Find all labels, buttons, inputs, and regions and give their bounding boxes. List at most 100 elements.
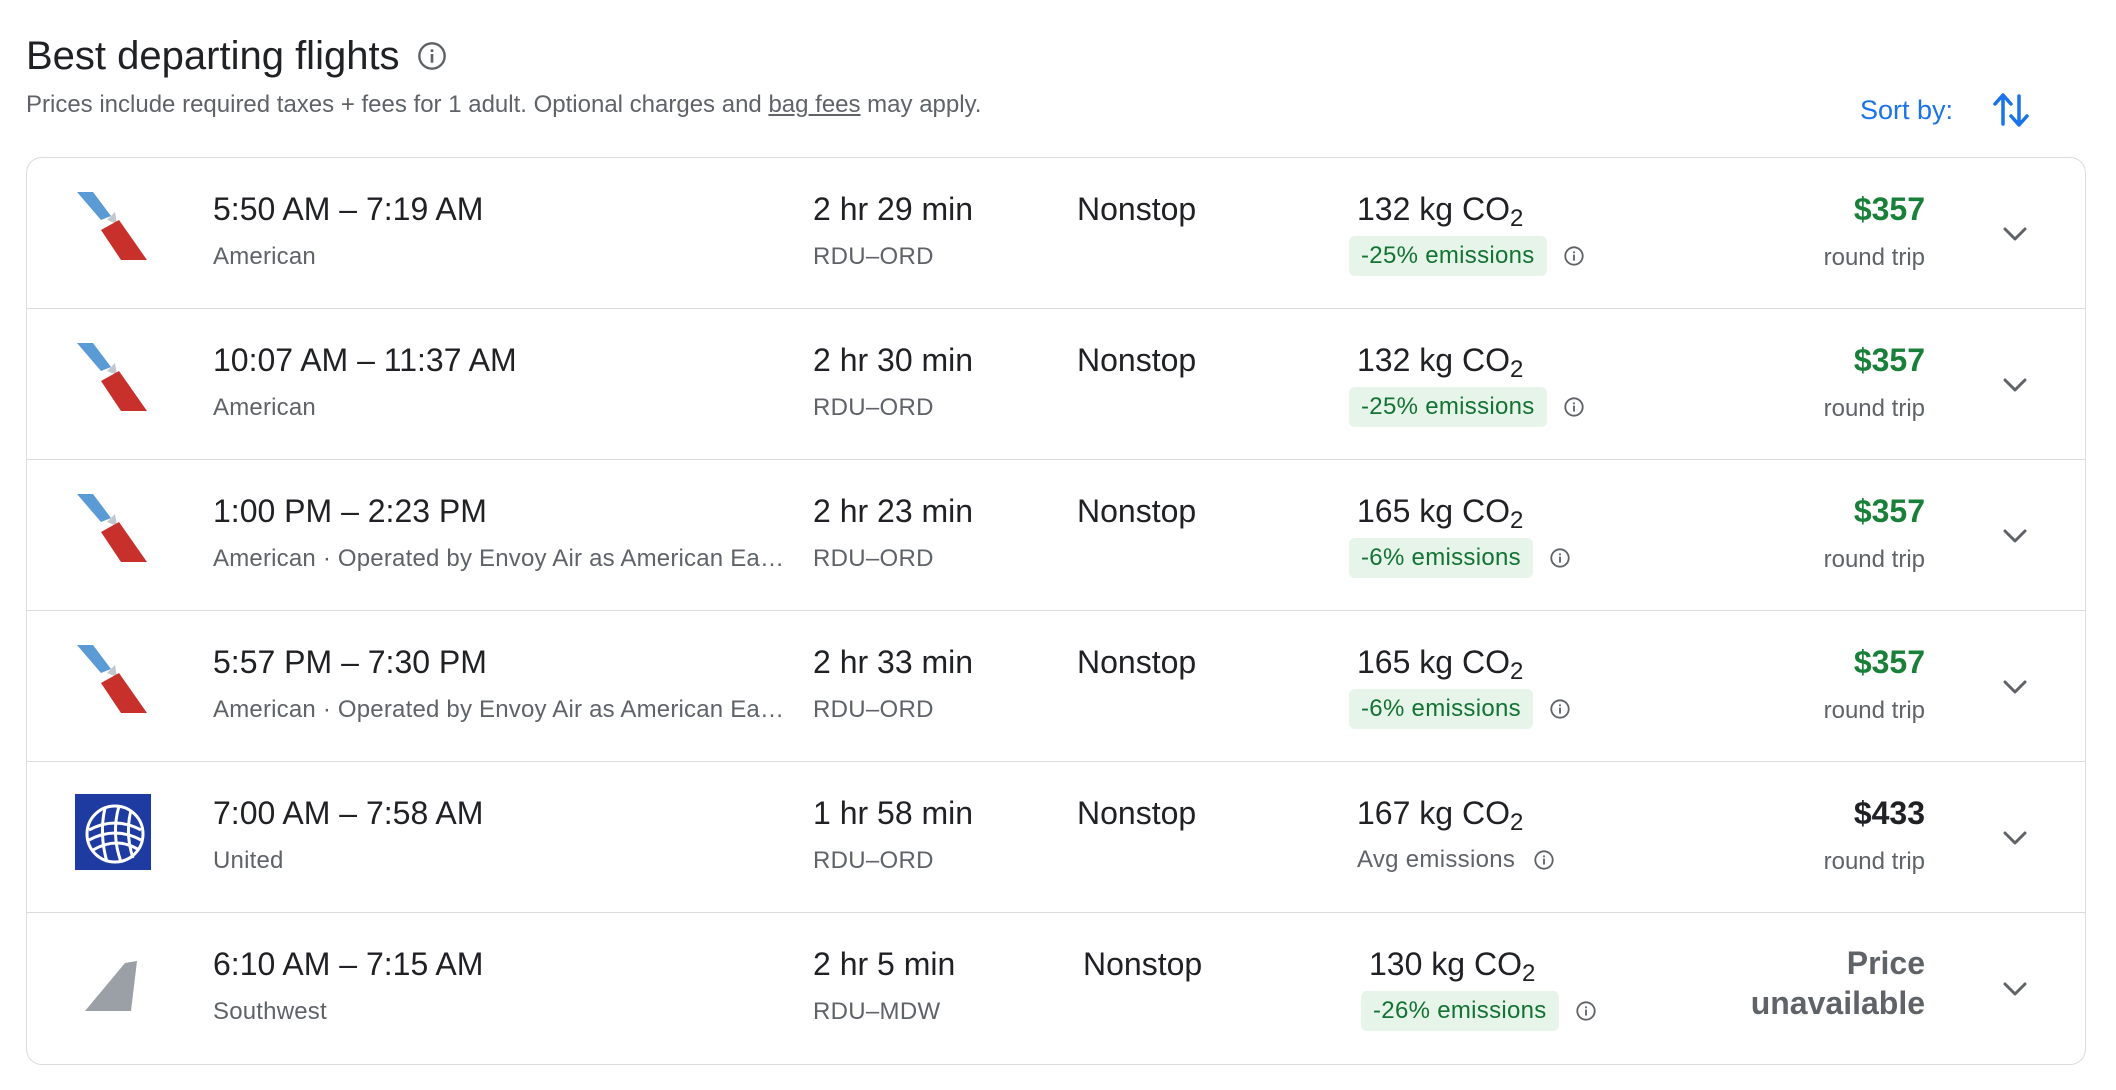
- emissions-badge: -25% emissions: [1349, 236, 1547, 276]
- airplane-tail-icon: [85, 961, 137, 1011]
- flight-row[interactable]: 5:50 AM – 7:19 AM American 2 hr 29 min R…: [27, 158, 2085, 309]
- flight-row[interactable]: 5:57 PM – 7:30 PM American · Operated by…: [27, 611, 2085, 762]
- flight-list: 5:50 AM – 7:19 AM American 2 hr 29 min R…: [26, 157, 2086, 1065]
- chevron-down-icon[interactable]: [1995, 214, 2035, 254]
- chevron-down-icon[interactable]: [1995, 969, 2035, 1009]
- flight-duration: 2 hr 5 min: [813, 946, 956, 982]
- emissions-badge: -26% emissions: [1361, 991, 1559, 1031]
- co2-subscript: 2: [1509, 809, 1524, 836]
- american-airlines-logo: [77, 192, 147, 260]
- flight-row[interactable]: 10:07 AM – 11:37 AM American 2 hr 30 min…: [27, 309, 2085, 460]
- info-icon[interactable]: [1563, 245, 1585, 267]
- co2-amount: 165 kg CO2: [1357, 490, 1524, 534]
- price-unavailable: Price unavailable: [1751, 943, 1925, 1023]
- co2-value: 132 kg CO: [1357, 342, 1510, 378]
- sort-button[interactable]: Sort by:: [1860, 88, 2031, 132]
- flight-route: RDU–ORD: [813, 243, 934, 270]
- airline-name: American: [213, 243, 316, 270]
- flight-route: RDU–ORD: [813, 696, 934, 723]
- american-airlines-logo: [77, 645, 147, 713]
- airline-name: American · Operated by Envoy Air as Amer…: [213, 545, 785, 572]
- emissions-badge: -6% emissions: [1349, 538, 1533, 578]
- flight-duration: 2 hr 33 min: [813, 644, 974, 680]
- flight-times: 5:50 AM – 7:19 AM: [213, 191, 484, 227]
- section-header: Best departing flights: [26, 28, 448, 84]
- american-airlines-logo: [77, 494, 147, 562]
- flight-duration: 2 hr 30 min: [813, 342, 974, 378]
- info-icon[interactable]: [1533, 849, 1555, 871]
- airline-name: American: [213, 394, 316, 421]
- co2-subscript: 2: [1509, 356, 1524, 383]
- airline-name: American · Operated by Envoy Air as Amer…: [213, 696, 785, 723]
- flight-stops: Nonstop: [1077, 795, 1197, 831]
- price-type: round trip: [1823, 546, 1925, 573]
- co2-amount: 167 kg CO2: [1357, 792, 1524, 836]
- emissions-info: -6% emissions: [1349, 538, 1571, 578]
- price-unavailable-line2: unavailable: [1750, 985, 1925, 1021]
- emissions-info: -26% emissions: [1361, 991, 1597, 1031]
- co2-value: 167 kg CO: [1357, 795, 1510, 831]
- emissions-badge: -25% emissions: [1349, 387, 1547, 427]
- co2-value: 132 kg CO: [1357, 191, 1510, 227]
- emissions-badge: -6% emissions: [1349, 689, 1533, 729]
- flight-stops: Nonstop: [1077, 493, 1197, 529]
- flight-price: $357: [1853, 342, 1925, 378]
- flight-duration: 2 hr 23 min: [813, 493, 974, 529]
- disclaimer-text: Prices include required taxes + fees for…: [26, 91, 769, 118]
- co2-value: 130 kg CO: [1369, 946, 1522, 982]
- flight-stops: Nonstop: [1083, 946, 1203, 982]
- united-airlines-logo: [75, 794, 151, 870]
- price-type: round trip: [1823, 848, 1925, 875]
- flight-price: $357: [1853, 644, 1925, 680]
- co2-amount: 165 kg CO2: [1357, 641, 1524, 685]
- flight-times: 10:07 AM – 11:37 AM: [213, 342, 517, 378]
- flight-row[interactable]: 1:00 PM – 2:23 PM American · Operated by…: [27, 460, 2085, 611]
- co2-subscript: 2: [1509, 205, 1524, 232]
- info-icon[interactable]: [1563, 396, 1585, 418]
- flight-stops: Nonstop: [1077, 191, 1197, 227]
- flight-times: 1:00 PM – 2:23 PM: [213, 493, 487, 529]
- flight-price: $433: [1853, 795, 1925, 831]
- info-icon[interactable]: [1549, 547, 1571, 569]
- co2-value: 165 kg CO: [1357, 493, 1510, 529]
- info-icon[interactable]: [1575, 1000, 1597, 1022]
- flight-times: 5:57 PM – 7:30 PM: [213, 644, 487, 680]
- section-title: Best departing flights: [26, 34, 400, 78]
- co2-subscript: 2: [1509, 507, 1524, 534]
- chevron-down-icon[interactable]: [1995, 516, 2035, 556]
- chevron-down-icon[interactable]: [1995, 667, 2035, 707]
- co2-amount: 130 kg CO2: [1369, 943, 1536, 987]
- flight-times: 7:00 AM – 7:58 AM: [213, 795, 484, 831]
- price-type: round trip: [1823, 244, 1925, 271]
- flight-row[interactable]: 7:00 AM – 7:58 AM United 1 hr 58 min RDU…: [27, 762, 2085, 913]
- emissions-info: -25% emissions: [1349, 236, 1585, 276]
- price-disclaimer: Prices include required taxes + fees for…: [26, 88, 981, 122]
- flight-times: 6:10 AM – 7:15 AM: [213, 946, 484, 982]
- co2-amount: 132 kg CO2: [1357, 188, 1524, 232]
- info-icon[interactable]: [1549, 698, 1571, 720]
- sort-label: Sort by:: [1860, 94, 1954, 125]
- emissions-info: -25% emissions: [1349, 387, 1585, 427]
- co2-subscript: 2: [1521, 960, 1536, 987]
- price-type: round trip: [1823, 697, 1925, 724]
- flight-duration: 2 hr 29 min: [813, 191, 974, 227]
- flight-price: $357: [1853, 493, 1925, 529]
- american-airlines-logo: [77, 343, 147, 411]
- sort-icon: [1993, 93, 2029, 127]
- flight-row[interactable]: 6:10 AM – 7:15 AM Southwest 2 hr 5 min R…: [27, 913, 2085, 1064]
- flight-route: RDU–ORD: [813, 394, 934, 421]
- disclaimer-suffix: may apply.: [860, 91, 982, 118]
- flight-price: $357: [1853, 191, 1925, 227]
- co2-subscript: 2: [1509, 658, 1524, 685]
- price-type: round trip: [1823, 395, 1925, 422]
- emissions-info: Avg emissions: [1349, 840, 1555, 880]
- airline-name: United: [213, 847, 284, 874]
- info-icon[interactable]: [416, 40, 448, 72]
- flight-route: RDU–ORD: [813, 847, 934, 874]
- bag-fees-link[interactable]: bag fees: [768, 91, 860, 118]
- co2-value: 165 kg CO: [1357, 644, 1510, 680]
- chevron-down-icon[interactable]: [1995, 818, 2035, 858]
- flight-stops: Nonstop: [1077, 644, 1197, 680]
- chevron-down-icon[interactable]: [1995, 365, 2035, 405]
- flight-route: RDU–ORD: [813, 545, 934, 572]
